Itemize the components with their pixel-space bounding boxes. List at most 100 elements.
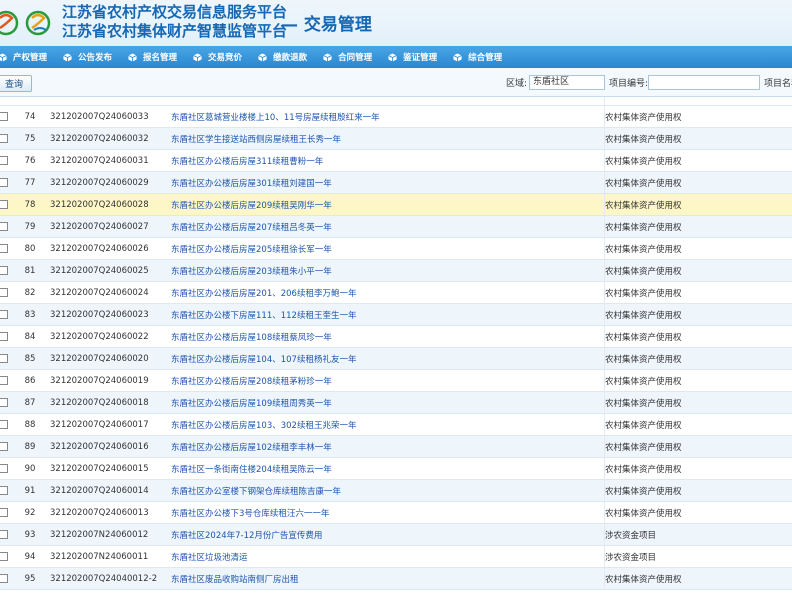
row-checkbox[interactable] xyxy=(0,507,8,517)
row-checkbox[interactable] xyxy=(0,551,8,561)
project-type: 农村集体资产使用权 xyxy=(604,325,792,348)
area-input[interactable]: 东盾社区 xyxy=(529,75,605,90)
table-row[interactable]: 85 321202007Q24060020 东盾社区办公楼后房屋104、107续租杨… xyxy=(0,347,792,370)
row-checkbox-cell xyxy=(0,149,10,172)
table-row[interactable]: 93 321202007N24060012 东盾社区2024年7-12月份广告宣传费… xyxy=(0,523,792,546)
nav-item-4[interactable]: 缴款退款 xyxy=(258,51,307,63)
project-name-link[interactable]: 东盾社区办公楼后房屋108续租蔡凤珍一年 xyxy=(166,325,605,348)
table-row[interactable]: 77 321202007Q24060029 东盾社区办公楼后房屋301续租刘建国一年… xyxy=(0,171,792,194)
project-name-link[interactable]: 东盾社区办公楼后房屋207续租吕冬英一年 xyxy=(166,215,605,238)
project-name-link[interactable]: 东盾社区办公楼后房屋203续租朱小平一年 xyxy=(166,259,605,282)
row-number: 87 xyxy=(10,391,50,414)
project-code: 321202007Q24060032 xyxy=(50,127,166,150)
table-row[interactable]: 76 321202007Q24060031 东盾社区办公楼后房屋311续租曹粉一年农… xyxy=(0,149,792,172)
project-name-link[interactable]: 东盾社区办公楼后房屋201、206续租李万鲍一年 xyxy=(166,281,605,304)
row-checkbox[interactable] xyxy=(0,529,8,539)
nav-item-7[interactable]: 综合管理 xyxy=(453,51,502,63)
row-checkbox[interactable] xyxy=(0,221,8,231)
nav-item-6[interactable]: 鉴证管理 xyxy=(388,51,437,63)
table-row[interactable]: 90 321202007Q24060015 东盾社区一条街南住楼204续租吴陈云一年… xyxy=(0,457,792,480)
table-row[interactable]: 80 321202007Q24060026 东盾社区办公楼后房屋205续租徐长军一年… xyxy=(0,237,792,260)
table-row[interactable]: 88 321202007Q24060017 东盾社区办公楼后房屋103、302续租王… xyxy=(0,413,792,436)
project-name-link[interactable]: 东盾社区办公室楼下钢架仓库续租陈吉康一年 xyxy=(166,479,605,502)
row-checkbox[interactable] xyxy=(0,265,8,275)
project-name-link[interactable]: 东盾社区办公楼后房屋301续租刘建国一年 xyxy=(166,171,605,194)
project-name-link[interactable]: 东盾社区办公楼后房屋104、107续租杨礼友一年 xyxy=(166,347,605,370)
project-code: 321202007Q24060024 xyxy=(50,281,166,304)
project-name-link[interactable]: 东盾社区办公楼下3号仓库续租汪六一一年 xyxy=(166,501,605,524)
nav-item-3[interactable]: 交易竞价 xyxy=(193,51,242,63)
row-number: 79 xyxy=(10,215,50,238)
project-name-link[interactable]: 东盾社区办公楼后房屋205续租徐长军一年 xyxy=(166,237,605,260)
table-row[interactable]: 84 321202007Q24060022 东盾社区办公楼后房屋108续租蔡凤珍一年… xyxy=(0,325,792,348)
table-row[interactable]: 92 321202007Q24060013 东盾社区办公楼下3号仓库续租汪六一一年农… xyxy=(0,501,792,524)
project-name-link[interactable]: 东盾社区2024年7-12月份广告宣传费用 xyxy=(166,523,605,546)
row-checkbox[interactable] xyxy=(0,485,8,495)
table-row[interactable]: 79 321202007Q24060027 东盾社区办公楼后房屋207续租吕冬英一年… xyxy=(0,215,792,238)
project-table: 74 321202007Q24060033 东盾社区葛城营业楼楼上10、11号房屋续… xyxy=(0,97,792,590)
row-checkbox[interactable] xyxy=(0,243,8,253)
project-name-link[interactable]: 东盾社区办公楼后房屋109续租周秀英一年 xyxy=(166,391,605,414)
project-code: 321202007Q24060018 xyxy=(50,391,166,414)
row-checkbox[interactable] xyxy=(0,155,8,165)
project-name-link[interactable]: 东盾社区葛城营业楼楼上10、11号房屋续租殷红来一年 xyxy=(166,105,605,128)
table-row[interactable]: 82 321202007Q24060024 东盾社区办公楼后房屋201、206续租李… xyxy=(0,281,792,304)
project-type: 农村集体资产使用权 xyxy=(604,215,792,238)
table-row[interactable]: 95 321202007Q24040012-2 东盾社区废品收购站南侧厂房出租 农村集… xyxy=(0,567,792,590)
table-row[interactable]: 94 321202007N24060011 东盾社区垃圾池清运 涉农资金项目 xyxy=(0,545,792,568)
project-code: 321202007Q24060020 xyxy=(50,347,166,370)
project-type: 农村集体资产使用权 xyxy=(604,149,792,172)
project-code: 321202007Q24040012-2 xyxy=(50,567,166,590)
project-name-link[interactable]: 东盾社区办公楼后房屋103、302续租王兆荣一年 xyxy=(166,413,605,436)
project-name-link[interactable]: 东盾社区办公楼后房屋209续租吴刚华一年 xyxy=(166,193,605,216)
row-checkbox[interactable] xyxy=(0,353,8,363)
row-checkbox-cell xyxy=(0,567,10,590)
platform-title-line1: 江苏省农村产权交易信息服务平台 xyxy=(62,3,288,21)
project-name-link[interactable]: 东盾社区办公楼下房屋111、112续租王奎生一年 xyxy=(166,303,605,326)
project-name-link[interactable]: 东盾社区一条街南住楼204续租吴陈云一年 xyxy=(166,457,605,480)
table-row[interactable]: 89 321202007Q24060016 东盾社区办公楼后房屋102续租李丰林一年… xyxy=(0,435,792,458)
row-checkbox[interactable] xyxy=(0,441,8,451)
project-type: 农村集体资产使用权 xyxy=(604,369,792,392)
table-row[interactable]: 83 321202007Q24060023 东盾社区办公楼下房屋111、112续租王… xyxy=(0,303,792,326)
table-row[interactable]: 75 321202007Q24060032 东盾社区学生接送站西侧房屋续租王长秀一年… xyxy=(0,127,792,150)
project-code: 321202007Q24060014 xyxy=(50,479,166,502)
project-table-container[interactable]: 74 321202007Q24060033 东盾社区葛城营业楼楼上10、11号房屋续… xyxy=(0,97,792,594)
table-row[interactable]: 74 321202007Q24060033 东盾社区葛城营业楼楼上10、11号房屋续… xyxy=(0,105,792,128)
table-row[interactable]: 91 321202007Q24060014 东盾社区办公室楼下钢架仓库续租陈吉康一年… xyxy=(0,479,792,502)
row-checkbox[interactable] xyxy=(0,133,8,143)
project-name-link[interactable]: 东盾社区学生接送站西侧房屋续租王长秀一年 xyxy=(166,127,605,150)
row-checkbox-cell xyxy=(0,303,10,326)
search-button[interactable]: 查询 xyxy=(0,75,32,92)
row-checkbox[interactable] xyxy=(0,177,8,187)
project-type: 农村集体资产使用权 xyxy=(604,281,792,304)
project-code: 321202007Q24060029 xyxy=(50,171,166,194)
row-checkbox[interactable] xyxy=(0,397,8,407)
project-name-link[interactable]: 东盾社区办公楼后房屋208续租茅粉珍一年 xyxy=(166,369,605,392)
nav-item-1[interactable]: 公告发布 xyxy=(63,51,112,63)
row-checkbox[interactable] xyxy=(0,375,8,385)
table-row[interactable]: 78 321202007Q24060028 东盾社区办公楼后房屋209续租吴刚华一年… xyxy=(0,193,792,216)
row-checkbox[interactable] xyxy=(0,331,8,341)
project-name-link[interactable]: 东盾社区办公楼后房屋102续租李丰林一年 xyxy=(166,435,605,458)
row-checkbox[interactable] xyxy=(0,309,8,319)
main-nav: 产权管理 公告发布 报名管理 交易竞价 缴款退款 合同管理 鉴证管理 综合管理 xyxy=(0,46,792,68)
row-checkbox[interactable] xyxy=(0,419,8,429)
row-checkbox[interactable] xyxy=(0,287,8,297)
row-checkbox[interactable] xyxy=(0,463,8,473)
row-checkbox[interactable] xyxy=(0,573,8,583)
project-name-link[interactable]: 东盾社区办公楼后房屋311续租曹粉一年 xyxy=(166,149,605,172)
table-row[interactable]: 81 321202007Q24060025 东盾社区办公楼后房屋203续租朱小平一年… xyxy=(0,259,792,282)
project-type: 涉农资金项目 xyxy=(604,523,792,546)
project-name-link[interactable]: 东盾社区垃圾池清运 xyxy=(166,545,605,568)
project-no-input[interactable] xyxy=(648,75,760,90)
row-checkbox[interactable] xyxy=(0,199,8,209)
table-row[interactable]: 86 321202007Q24060019 东盾社区办公楼后房屋208续租茅粉珍一年… xyxy=(0,369,792,392)
cube-icon xyxy=(258,52,267,62)
nav-item-0[interactable]: 产权管理 xyxy=(0,51,47,63)
nav-item-2[interactable]: 报名管理 xyxy=(128,51,177,63)
project-name-link[interactable]: 东盾社区废品收购站南侧厂房出租 xyxy=(166,567,605,590)
nav-item-5[interactable]: 合同管理 xyxy=(323,51,372,63)
row-checkbox[interactable] xyxy=(0,111,8,121)
table-row[interactable]: 87 321202007Q24060018 东盾社区办公楼后房屋109续租周秀英一年… xyxy=(0,391,792,414)
